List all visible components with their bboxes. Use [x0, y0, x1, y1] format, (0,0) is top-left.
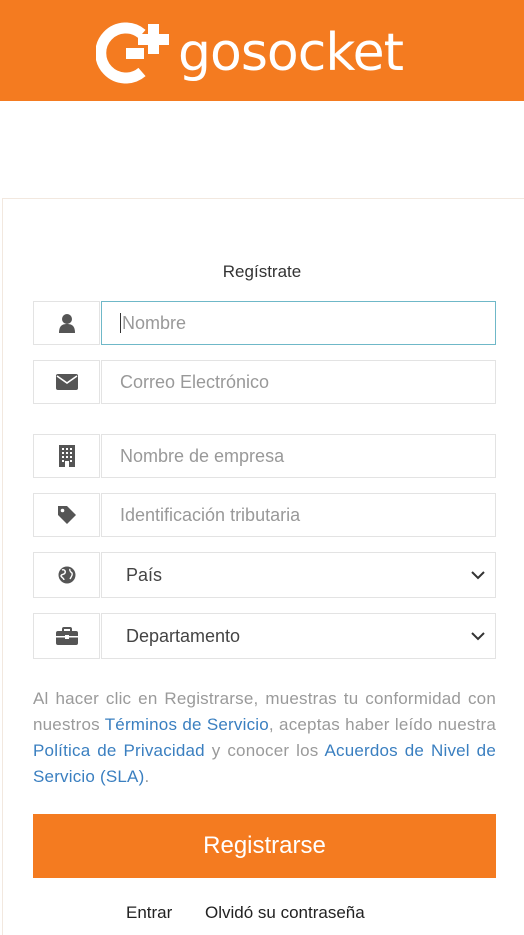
gosocket-logo[interactable]: gosocket [96, 22, 404, 84]
taxid-row: Identificación tributaria [33, 493, 496, 537]
department-row: Departamento [33, 613, 496, 659]
company-addon [33, 434, 100, 478]
chevron-down-icon [471, 632, 485, 641]
country-addon [33, 552, 100, 598]
email-placeholder: Correo Electrónico [120, 371, 270, 392]
company-input[interactable]: Nombre de empresa [101, 434, 496, 478]
taxid-input[interactable]: Identificación tributaria [101, 493, 496, 537]
logo-text: gosocket [178, 23, 404, 83]
form-title: Regístrate [222, 262, 302, 281]
briefcase-icon [55, 627, 78, 645]
company-row: Nombre de empresa [33, 434, 496, 478]
text-caret [120, 313, 121, 333]
country-row: País [33, 552, 496, 598]
terms-text-3: y conocer los [204, 741, 325, 760]
department-select-value: Departamento [126, 625, 241, 646]
company-placeholder: Nombre de empresa [120, 445, 285, 466]
login-link[interactable]: Entrar [126, 903, 172, 923]
privacy-policy-link[interactable]: Política de Privacidad [33, 741, 205, 760]
email-addon [33, 360, 100, 404]
country-select[interactable]: País [101, 552, 496, 598]
tag-icon [57, 506, 76, 524]
name-row: Nombre [33, 301, 496, 345]
terms-of-service-link[interactable]: Términos de Servicio [105, 715, 269, 734]
name-input[interactable]: Nombre [101, 301, 496, 345]
name-placeholder: Nombre [122, 312, 187, 333]
header-bar: gosocket [0, 0, 524, 101]
terms-paragraph: Al hacer clic en Registrarse, muestras t… [33, 686, 496, 790]
logo-mark-icon [96, 22, 169, 84]
taxid-placeholder: Identificación tributaria [120, 504, 301, 525]
globe-icon [58, 566, 75, 584]
department-addon [33, 613, 100, 659]
envelope-icon [55, 374, 78, 390]
email-input[interactable]: Correo Electrónico [101, 360, 496, 404]
country-select-value: País [126, 564, 163, 585]
terms-text-2: , aceptas haber leído nuestra [268, 715, 497, 734]
name-addon [33, 301, 100, 345]
forgot-password-link[interactable]: Olvidó su contraseña [205, 903, 365, 923]
user-icon [58, 314, 75, 333]
terms-text-4: . [144, 767, 150, 786]
email-row: Correo Electrónico [33, 360, 496, 404]
department-select[interactable]: Departamento [101, 613, 496, 659]
register-button[interactable]: Registrarse [33, 814, 496, 878]
taxid-addon [33, 493, 100, 537]
chevron-down-icon [471, 571, 485, 580]
building-icon [58, 445, 75, 467]
